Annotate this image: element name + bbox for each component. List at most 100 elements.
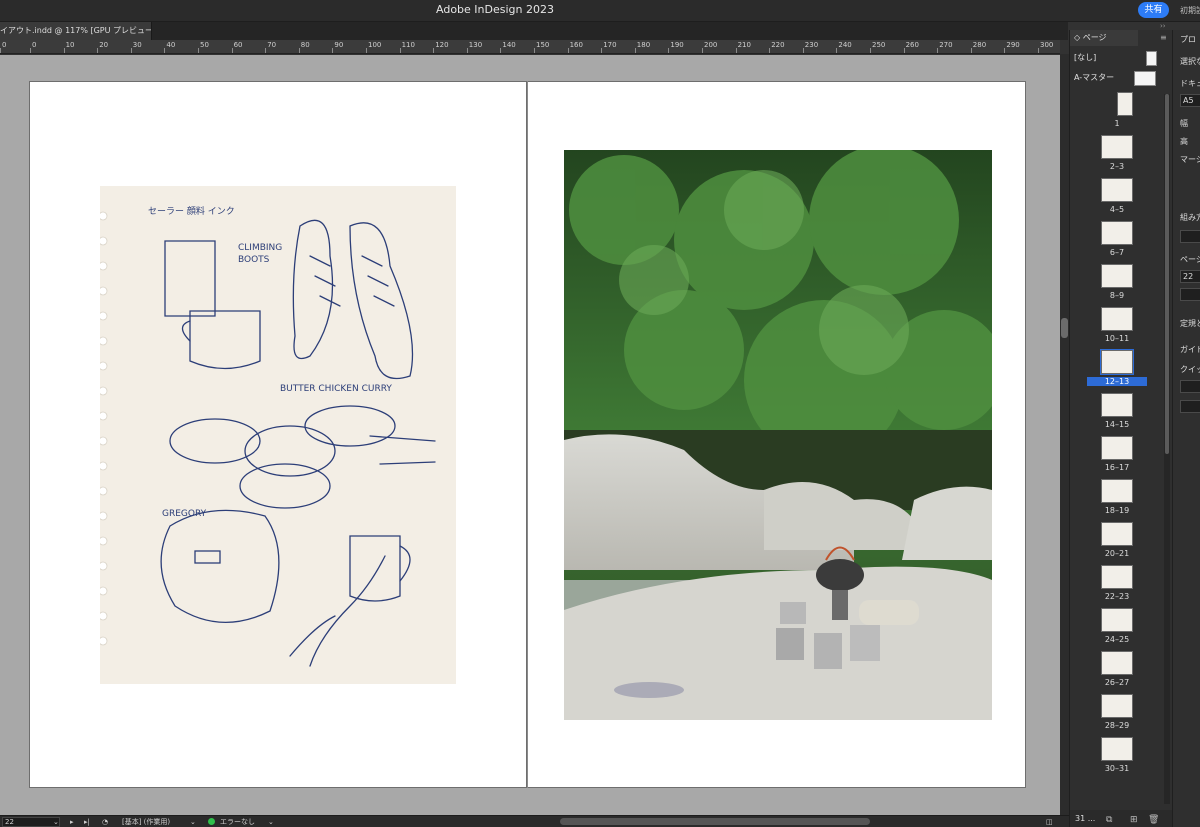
- page-thumbnail-label[interactable]: 22–23: [1087, 592, 1147, 601]
- quick-action-button-1[interactable]: [1180, 380, 1200, 393]
- page-size-field[interactable]: A5: [1180, 94, 1200, 107]
- master-none-label: [なし]: [1074, 53, 1097, 62]
- ruler-label: 300: [1040, 41, 1054, 49]
- panel-collapse-icon[interactable]: ››: [1160, 22, 1166, 30]
- ruler-label: 280: [972, 41, 987, 49]
- canvas-scroll-thumb[interactable]: [1061, 318, 1068, 338]
- ruler-tick: [466, 48, 468, 53]
- sketch-image-frame[interactable]: セーラー 顔料 インク CLIMBING BOOTS BUTTER CHICKE…: [98, 186, 456, 684]
- last-page-icon[interactable]: ▸|: [84, 817, 90, 827]
- page-thumbnail-label[interactable]: 8–9: [1087, 291, 1147, 300]
- share-button[interactable]: 共有: [1138, 2, 1169, 18]
- split-view-icon[interactable]: ◫: [1046, 817, 1053, 827]
- page-thumbnail[interactable]: [1100, 349, 1134, 375]
- ruler-tick: [399, 48, 401, 53]
- ruler-label: 60: [233, 41, 243, 49]
- sketch-label-curry: BUTTER CHICKEN CURRY: [280, 384, 392, 394]
- ruler-tick: [735, 48, 737, 53]
- workspace-reset-label[interactable]: 初期設定: [1180, 5, 1200, 16]
- layout-field[interactable]: [1180, 230, 1200, 243]
- master-a-thumb[interactable]: [1134, 71, 1156, 86]
- quick-action-button-2[interactable]: [1180, 400, 1200, 413]
- page-thumbnail-label[interactable]: 24–25: [1087, 635, 1147, 644]
- chevron-down-icon[interactable]: ⌄: [53, 817, 59, 827]
- ruler-label: 50: [200, 41, 209, 49]
- page-thumbnail-label[interactable]: 18–19: [1087, 506, 1147, 515]
- page-thumbnail-label[interactable]: 2–3: [1087, 162, 1147, 171]
- page-thumbnail[interactable]: [1101, 694, 1133, 718]
- trash-icon[interactable]: 🗑: [1148, 812, 1159, 827]
- page-thumbnail-label[interactable]: 1: [1087, 119, 1147, 128]
- pages-panel-scroll-thumb[interactable]: [1165, 94, 1169, 454]
- app-title: Adobe InDesign 2023: [436, 3, 554, 16]
- pages-list: 1 2–3 4–5 6–7 8–9 10–11 12–13 14–15 16–17 18–19 20…: [1070, 92, 1166, 812]
- page-section-label: ページ: [1180, 255, 1200, 264]
- page-thumbnail[interactable]: [1101, 522, 1133, 546]
- preflight-profile-label[interactable]: [基本] (作業用): [122, 817, 170, 827]
- page-thumbnail[interactable]: [1101, 307, 1133, 331]
- page-count-label: 31 ...: [1075, 814, 1096, 823]
- ruler-tick: [0, 48, 1, 53]
- ruler-label: 150: [536, 41, 550, 49]
- ruler-label: 120: [435, 41, 449, 49]
- page-thumbnail-label[interactable]: 28–29: [1087, 721, 1147, 730]
- page-thumbnail-label[interactable]: 20–21: [1087, 549, 1147, 558]
- canvas-vertical-scrollbar[interactable]: [1060, 54, 1069, 815]
- page-thumbnail-label[interactable]: 4–5: [1087, 205, 1147, 214]
- page-thumbnail-label[interactable]: 30–31: [1087, 764, 1147, 773]
- horizontal-ruler[interactable]: 0 0 10 20 30 40 50 60 70 80 90 100 110 120 130 140 150 16…: [0, 40, 1060, 54]
- page-number-field[interactable]: 22: [1180, 270, 1200, 283]
- ruler-label: 240: [838, 41, 852, 49]
- page-thumbnail-label[interactable]: 14–15: [1087, 420, 1147, 429]
- page-option-field[interactable]: [1180, 288, 1200, 301]
- margin-section-label: マージ: [1180, 155, 1200, 164]
- chevron-down-icon[interactable]: ⌄: [190, 817, 196, 827]
- next-page-icon[interactable]: ▸: [70, 817, 74, 827]
- preflight-status-label[interactable]: エラーなし: [220, 817, 255, 827]
- master-none-thumb[interactable]: [1146, 51, 1157, 66]
- photo-image-frame[interactable]: [564, 150, 992, 720]
- pages-panel-tab[interactable]: ◇ ページ: [1070, 30, 1138, 46]
- page-thumbnail[interactable]: [1117, 92, 1133, 116]
- menu-icon[interactable]: ≡: [1160, 33, 1170, 42]
- ruler-label: 80: [300, 41, 310, 49]
- page-thumbnail-label[interactable]: 12–13: [1087, 377, 1147, 386]
- page-thumbnail[interactable]: [1101, 135, 1133, 159]
- page-thumbnail[interactable]: [1101, 178, 1133, 202]
- page-thumbnail[interactable]: [1101, 436, 1133, 460]
- ruler-label: 0: [32, 41, 37, 49]
- page-thumbnail-label[interactable]: 10–11: [1087, 334, 1147, 343]
- ruler-tick: [836, 48, 838, 53]
- ruler-tick: [870, 48, 871, 53]
- page-thumbnail[interactable]: [1101, 565, 1133, 589]
- chevron-down-icon[interactable]: ⌄: [268, 817, 274, 827]
- page-thumbnail[interactable]: [1101, 737, 1133, 761]
- canvas-horizontal-scrollbar[interactable]: [560, 818, 870, 825]
- page-thumbnail[interactable]: [1101, 221, 1133, 245]
- ruler-tick: [534, 48, 535, 53]
- document-tab-bar: イアウト.indd @ 117% [GPU プレビュー]: [0, 22, 1068, 40]
- selection-none-label: 選択な: [1180, 57, 1200, 66]
- properties-title[interactable]: プロ: [1180, 34, 1196, 45]
- document-tab[interactable]: イアウト.indd @ 117% [GPU プレビュー]: [0, 22, 152, 40]
- ruler-label: 70: [267, 41, 277, 49]
- sketch-label-gregory: GREGORY: [162, 509, 207, 519]
- page-thumbnail[interactable]: [1101, 393, 1133, 417]
- page-number-select[interactable]: 22: [2, 817, 60, 827]
- page-thumbnail-label[interactable]: 16–17: [1087, 463, 1147, 472]
- ruler-tick: [298, 48, 300, 53]
- ruler-tick: [634, 48, 636, 53]
- page-thumbnail[interactable]: [1101, 264, 1133, 288]
- page-thumbnail[interactable]: [1101, 479, 1133, 503]
- page-thumbnail-label[interactable]: 26–27: [1087, 678, 1147, 687]
- ruler-tick: [1038, 48, 1039, 53]
- page-thumbnail-label[interactable]: 6–7: [1087, 248, 1147, 257]
- page-size-icon[interactable]: ⧉: [1106, 812, 1112, 827]
- pages-panel: ◇ ページ ≡ [なし] A-マスター 1 2–3 4–5 6–7 8–9 10–11 12…: [1069, 30, 1173, 827]
- page-thumbnail[interactable]: [1101, 608, 1133, 632]
- ruler-label: 250: [872, 41, 886, 49]
- page-thumbnail[interactable]: [1101, 651, 1133, 675]
- new-page-icon[interactable]: ⊞: [1130, 812, 1138, 827]
- ruler-label: 130: [468, 41, 483, 49]
- ruler-label: 40: [166, 41, 176, 49]
